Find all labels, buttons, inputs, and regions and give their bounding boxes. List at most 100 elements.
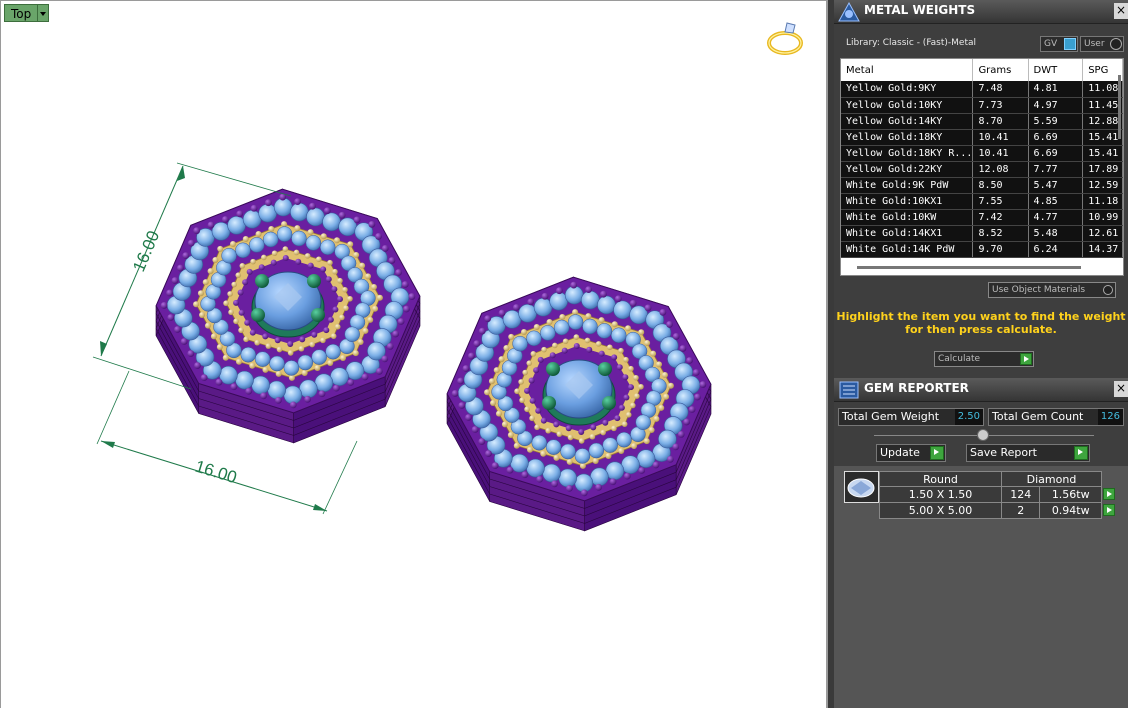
vertical-scrollbar[interactable] — [1117, 73, 1123, 273]
bead — [388, 257, 396, 264]
bead — [274, 337, 281, 344]
bead — [347, 379, 355, 386]
table-row[interactable]: White Gold:14KX1 8.52 5.48 12.61 — [841, 225, 1123, 242]
table-header-row: Round Diamond — [879, 471, 1118, 487]
column-header-metal[interactable]: Metal — [841, 59, 974, 81]
extension-line — [322, 440, 358, 515]
bead — [652, 461, 660, 469]
play-icon[interactable] — [1020, 353, 1032, 365]
play-icon[interactable] — [1074, 446, 1088, 460]
bead — [679, 345, 687, 352]
metal-weights-icon — [838, 2, 860, 22]
gold-bead — [628, 365, 634, 372]
table-cell: Yellow Gold:18KY R... — [841, 145, 974, 162]
gem-report-table[interactable]: Round Diamond 1.50 X 1.50 124 1.56tw 5.00 X… — [879, 471, 1118, 519]
gold-bead — [513, 442, 520, 449]
table-row[interactable]: Yellow Gold:10KY 7.73 4.97 11.45 — [841, 97, 1123, 114]
gold-bead — [623, 356, 629, 363]
close-icon[interactable]: × — [1114, 381, 1128, 397]
user-toggle[interactable]: User — [1080, 36, 1124, 52]
earring-right[interactable] — [446, 276, 712, 532]
table-row[interactable]: Yellow Gold:14KY 8.70 5.59 12.88 — [841, 113, 1123, 130]
table-row[interactable]: Yellow Gold:22KY 12.08 7.77 17.89 — [841, 161, 1123, 178]
ring-view-icon[interactable] — [767, 22, 803, 55]
gold-bead — [611, 321, 618, 328]
save-report-button[interactable]: Save Report — [966, 444, 1090, 462]
gem-stone — [553, 319, 570, 336]
update-button[interactable]: Update — [876, 444, 946, 462]
bead — [498, 309, 506, 317]
bead — [264, 199, 272, 207]
gem-stone — [322, 212, 341, 232]
table-row[interactable]: White Gold:9K PdW 8.50 5.47 12.59 — [841, 177, 1123, 194]
gold-bead — [527, 446, 534, 453]
table-cell: 4.85 — [1028, 193, 1084, 210]
3d-viewport[interactable]: 16.00 16.00 Top — [0, 0, 828, 708]
table-cell: 8.70 — [972, 113, 1029, 130]
gold-bead — [559, 314, 566, 321]
bead — [180, 338, 188, 345]
gold-bead — [631, 443, 638, 450]
bead — [600, 290, 607, 298]
use-object-materials-toggle[interactable]: Use Object Materials — [988, 282, 1116, 298]
chevron-down-icon[interactable] — [38, 4, 50, 22]
gem-stone — [558, 468, 577, 488]
gold-bead — [658, 404, 665, 411]
table-row[interactable]: Yellow Gold:18KY R... 10.41 6.69 15.41 — [841, 145, 1123, 162]
table-row[interactable]: White Gold:14K PdW 9.70 6.24 14.37 — [841, 241, 1123, 258]
bead — [299, 336, 306, 343]
bead — [614, 415, 621, 422]
bead — [672, 333, 680, 340]
table-cell: 7.73 — [972, 97, 1029, 114]
table-row[interactable]: Yellow Gold:9KY 7.48 4.81 11.08 — [841, 81, 1123, 98]
bead — [535, 407, 542, 414]
bead — [408, 293, 416, 300]
column-header-grams[interactable]: Grams — [972, 59, 1029, 81]
bead — [375, 367, 383, 375]
earring-left[interactable] — [155, 188, 421, 444]
bead — [289, 401, 297, 409]
table-row[interactable]: Yellow Gold:18KY 10.41 6.69 15.41 — [841, 129, 1123, 146]
table-cell: 8.52 — [972, 225, 1029, 242]
bead — [258, 264, 265, 271]
prong — [255, 274, 269, 288]
bead — [160, 302, 168, 309]
play-icon[interactable] — [930, 446, 944, 460]
gem-row[interactable]: 1.50 X 1.50 124 1.56tw — [879, 486, 1118, 503]
app-window: 16.00 16.00 Top METAL WEIGHTS × Library:… — [0, 0, 1128, 708]
bead — [686, 357, 693, 364]
calculate-button[interactable]: Calculate — [934, 351, 1034, 367]
scrollbar-thumb[interactable] — [1118, 75, 1121, 139]
close-icon[interactable]: × — [1114, 3, 1128, 19]
dimension-label-vertical: 16.00 — [129, 228, 163, 275]
table-cell: 5.59 — [1028, 113, 1084, 130]
gold-bead — [212, 256, 219, 263]
gold-bead — [337, 277, 343, 284]
gold-bead — [281, 221, 288, 228]
gem-row[interactable]: 5.00 X 5.00 2 0.94tw — [879, 502, 1118, 519]
view-selector[interactable]: Top — [4, 4, 50, 22]
splitter-handle[interactable] — [977, 429, 989, 441]
horizontal-scrollbar[interactable] — [857, 266, 1081, 269]
bead — [629, 299, 637, 307]
gv-toggle[interactable]: GV — [1040, 36, 1078, 52]
bead — [692, 369, 700, 376]
gold-bead — [197, 290, 204, 297]
gold-bead — [229, 240, 236, 247]
table-row[interactable]: White Gold:10KX1 7.55 4.85 11.18 — [841, 193, 1123, 210]
metal-weights-table[interactable]: Metal Grams DWT SPG Yellow Gold:9KY 7.48 4.81… — [840, 58, 1124, 276]
gem-stone — [235, 242, 251, 259]
table-cell: 9.70 — [972, 241, 1029, 258]
bead — [279, 193, 287, 201]
gold-bead — [518, 379, 524, 385]
table-row[interactable]: White Gold:10KW 7.42 4.77 10.99 — [841, 209, 1123, 226]
gold-bead — [333, 237, 340, 244]
view-name-label[interactable]: Top — [4, 4, 39, 22]
bead — [467, 352, 475, 360]
bead — [527, 298, 535, 306]
column-header-dwt[interactable]: DWT — [1028, 59, 1084, 81]
bead — [200, 374, 208, 382]
play-icon[interactable] — [1103, 487, 1115, 500]
bead — [616, 364, 623, 371]
play-icon[interactable] — [1103, 503, 1115, 516]
